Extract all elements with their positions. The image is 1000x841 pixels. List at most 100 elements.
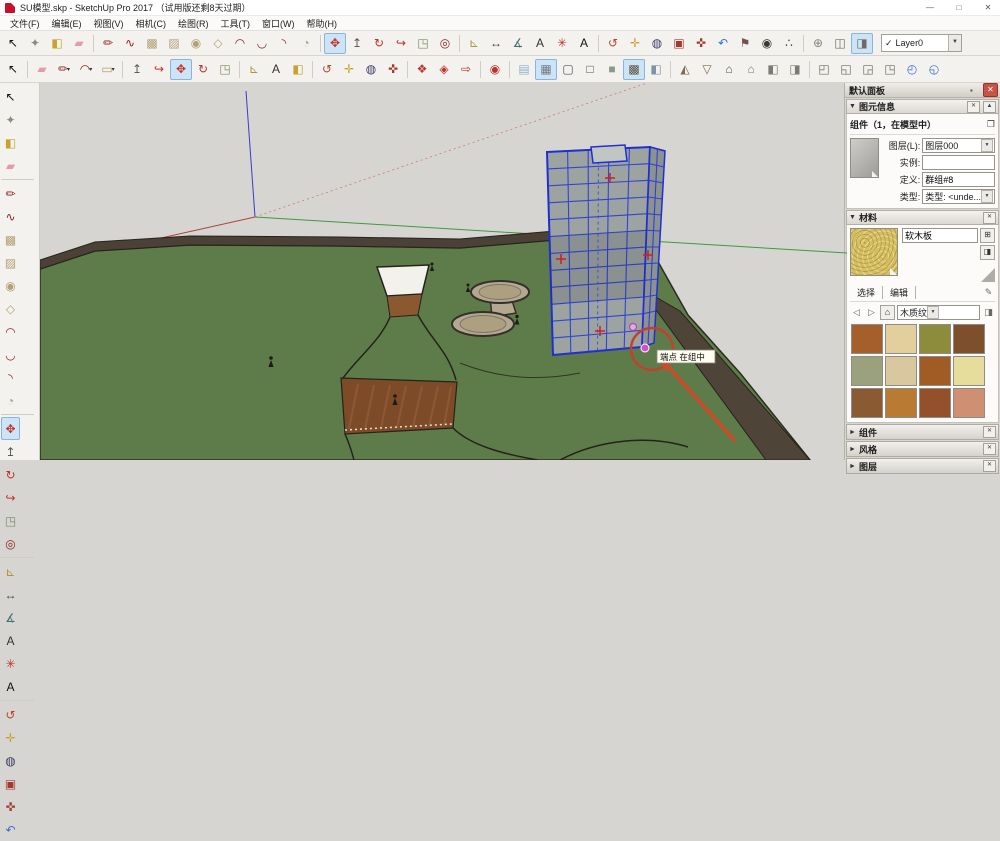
zoom-extents-tool-button[interactable]: ✜ [1, 795, 20, 818]
paint-bucket-tool-button[interactable]: ◧ [287, 59, 309, 80]
follow-me-tool-button[interactable]: ↪ [1, 486, 20, 509]
material-swatch-3[interactable] [953, 324, 985, 354]
axes-tool-button[interactable]: ✳ [1, 652, 20, 675]
material-name-input[interactable] [903, 229, 981, 241]
solid-subtract-button[interactable]: ◳ [879, 59, 901, 80]
line-tool-button[interactable]: ✏ [1, 182, 20, 205]
close-button[interactable]: ✕ [976, 1, 1000, 15]
make-component-tool-button[interactable]: ✦ [24, 33, 46, 54]
menu-item-2[interactable]: 视图(V) [88, 16, 130, 31]
view-left-button[interactable]: ◧ [762, 59, 784, 80]
rotate-tool-button[interactable]: ↻ [368, 33, 390, 54]
material-swatch-1[interactable] [885, 324, 917, 354]
create-material-button[interactable]: ⊞ [980, 228, 995, 243]
rectangle-tool-dropdown-caret[interactable]: ▾ [112, 66, 115, 73]
entity-definition-field[interactable] [922, 172, 995, 187]
tape-measure-tool-button[interactable]: ⊾ [243, 59, 265, 80]
solid-outer-shell-button[interactable]: ◰ [813, 59, 835, 80]
style-back-edges-button[interactable]: ▦ [535, 59, 557, 80]
eyedropper-icon[interactable]: ✎ [982, 286, 995, 299]
material-swatch-10[interactable] [919, 388, 951, 418]
material-category-caret-icon[interactable]: ▼ [927, 306, 939, 319]
entity-type-caret-icon[interactable]: ▼ [981, 190, 993, 203]
material-swatch-8[interactable] [851, 388, 883, 418]
entity-info-close-button[interactable]: ✕ [967, 101, 980, 113]
protractor-tool-button[interactable]: ∡ [1, 606, 20, 629]
rotate-tool-button[interactable]: ↻ [192, 59, 214, 80]
pie-tool-button[interactable]: ◔ [295, 33, 317, 54]
materials-header[interactable]: ▼ 材料 ✕ [846, 210, 999, 225]
tab-select[interactable]: 选择 [850, 286, 883, 299]
rectangle-tool-button[interactable]: ▩ [141, 33, 163, 54]
entity-instance-input[interactable] [925, 158, 993, 168]
menu-item-3[interactable]: 相机(C) [130, 16, 173, 31]
zoom-extents-tool-button[interactable]: ✜ [690, 33, 712, 54]
minimize-button[interactable]: — [918, 1, 942, 15]
section-display-toggle-button[interactable]: ◫ [829, 33, 851, 54]
paint-bucket-tool-button[interactable]: ◧ [1, 131, 20, 154]
style-shaded-textures-button[interactable]: ▩ [623, 59, 645, 80]
move-tool-button[interactable]: ✥ [170, 59, 192, 80]
expand-triangle-icon[interactable]: ► [849, 446, 856, 453]
orbit-tool-button[interactable]: ↺ [316, 59, 338, 80]
line-tool-button[interactable]: ✏▾ [53, 59, 75, 80]
section-plane-tool-button[interactable]: ⊕ [807, 33, 829, 54]
scale-tool-button[interactable]: ◳ [412, 33, 434, 54]
entity-instance-field[interactable] [922, 155, 995, 170]
freehand-tool-button[interactable]: ∿ [119, 33, 141, 54]
material-swatch-5[interactable] [885, 356, 917, 386]
position-camera-tool-button[interactable]: ⚑ [734, 33, 756, 54]
dimension-tool-button[interactable]: ↔ [1, 583, 20, 606]
entity-type-combo[interactable]: 类型: <unde...▼ [922, 189, 995, 204]
material-swatch-9[interactable] [885, 388, 917, 418]
pan-tool-button[interactable]: ✛ [338, 59, 360, 80]
arc-tool-button[interactable]: ◠ [229, 33, 251, 54]
model-viewport[interactable]: 端点 在组中 [40, 83, 844, 460]
move-tool-button[interactable]: ✥ [324, 33, 346, 54]
select-tool-button[interactable]: ↖ [2, 33, 24, 54]
entity-layer-combo[interactable]: 图层000▼ [922, 138, 995, 153]
collapse-triangle-icon[interactable]: ▼ [849, 214, 856, 221]
axes-tool-button[interactable]: ✳ [551, 33, 573, 54]
text-tool-button[interactable]: A [265, 59, 287, 80]
style-x-ray-button[interactable]: ▤ [513, 59, 535, 80]
expand-triangle-icon[interactable]: ► [849, 463, 856, 470]
circle-tool-button[interactable]: ◉ [1, 274, 20, 297]
eraser-tool-button[interactable]: ▰ [1, 154, 20, 177]
export-model-button-button[interactable]: ⇨ [455, 59, 477, 80]
view-back-button[interactable]: ⌂ [740, 59, 762, 80]
walk-tool-button[interactable]: ∴ [778, 33, 800, 54]
follow-me-tool-button[interactable]: ↪ [390, 33, 412, 54]
two-point-arc-tool-button[interactable]: ◡ [1, 343, 20, 366]
terrain-group[interactable] [40, 231, 810, 460]
solid-split-button[interactable]: ◵ [923, 59, 945, 80]
panel-tray-header[interactable]: 默认面板 ▪ ✕ [845, 83, 1000, 98]
pin-icon[interactable]: ▪ [970, 86, 980, 95]
solid-union-button[interactable]: ◲ [857, 59, 879, 80]
rotated-rectangle-tool-button[interactable]: ▨ [163, 33, 185, 54]
push-pull-tool-button[interactable]: ↥ [1, 440, 20, 463]
line-tool-button[interactable]: ✏ [97, 33, 119, 54]
components-tray-bar[interactable]: ► 组件 ✕ [846, 424, 999, 440]
select-tool-button[interactable]: ↖ [1, 85, 20, 108]
two-point-arc-tool-button[interactable]: ◡ [251, 33, 273, 54]
view-front-button[interactable]: ⌂ [718, 59, 740, 80]
freehand-tool-button[interactable]: ∿ [1, 205, 20, 228]
material-swatch-11[interactable] [953, 388, 985, 418]
zoom-tool-button[interactable]: ◍ [360, 59, 382, 80]
zoom-tool-button[interactable]: ◍ [646, 33, 668, 54]
view-right-button[interactable]: ◨ [784, 59, 806, 80]
previous-view-tool-button[interactable]: ↶ [1, 818, 20, 841]
material-swatch-4[interactable] [851, 356, 883, 386]
selected-building-group[interactable] [547, 145, 665, 355]
paint-bucket-tool-button[interactable]: ◧ [46, 33, 68, 54]
make-component-button-button[interactable]: ❖ [411, 59, 433, 80]
3d-text-tool-button[interactable]: A [573, 33, 595, 54]
materials-close-button[interactable]: ✕ [983, 212, 996, 224]
panel-close-button[interactable]: ✕ [983, 83, 998, 97]
text-tool-button[interactable]: A [1, 629, 20, 652]
in-model-home-button[interactable]: ⌂ [880, 305, 895, 320]
tab-edit[interactable]: 编辑 [883, 286, 916, 299]
styles-tray-close-button[interactable]: ✕ [983, 443, 996, 455]
menu-item-0[interactable]: 文件(F) [4, 16, 46, 31]
